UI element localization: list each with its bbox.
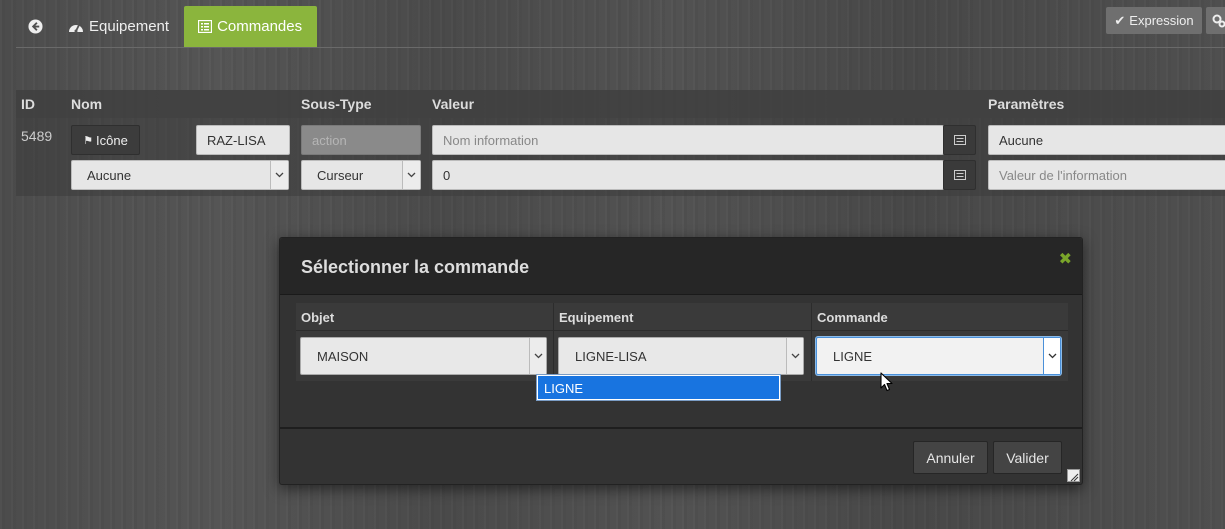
nav-divider [16,47,1225,48]
value-input[interactable]: 0 [432,160,944,190]
select-value-button[interactable] [943,160,976,190]
check-icon: ✔ [1114,12,1126,28]
header-id: ID [21,96,35,112]
commande-dropdown-list: LIGNE [536,374,781,401]
chevron-down-icon [402,161,420,189]
chevron-down-icon [270,161,288,189]
list-alt-icon [953,135,966,145]
modal-footer-divider [280,427,1082,429]
command-name-input[interactable]: RAZ-LISA [196,125,290,155]
tab-equipement[interactable]: Equipement [54,6,184,47]
subtype-select-value: Curseur [317,167,364,183]
value-info-input[interactable]: Nom information [432,125,944,155]
back-button[interactable] [16,6,54,47]
modal-title: Sélectionner la commande [301,257,530,277]
top-nav: Equipement Commandes [16,6,318,47]
cogs-icon [1212,14,1225,27]
command-table: ID Nom Sous-Type Valeur Paramètres 5489 … [16,90,1225,196]
object-select[interactable]: Aucune [71,160,289,190]
command-id: 5489 [21,128,53,144]
equipement-select[interactable]: LIGNE-LISA [558,337,804,375]
equipement-select-value: LIGNE-LISA [575,348,647,364]
objet-select-value: MAISON [317,348,369,364]
header-valeur: Valeur [432,96,475,112]
expression-button[interactable]: ✔ Expression [1106,7,1202,34]
cancel-button[interactable]: Annuler [913,441,988,474]
flag-icon: ⚑ [83,134,94,147]
modal-header: Sélectionner la commande ✖ [280,238,1082,295]
object-select-value: Aucune [87,167,132,183]
chevron-down-icon [786,338,803,374]
dropdown-option[interactable]: LIGNE [538,376,779,399]
header-parametres: Paramètres [988,96,1065,112]
commande-column-header: Commande [812,303,1068,331]
icon-picker-button[interactable]: ⚑ Icône [71,125,140,155]
modal-body: Objet Equipement Commande MAISON LIGNE-L… [296,303,1068,381]
select-command-modal: Sélectionner la commande ✖ Objet Equipem… [279,237,1083,485]
configure-button[interactable] [1206,7,1225,34]
select-info-button[interactable] [943,125,976,155]
dashboard-icon [69,24,83,32]
expression-button-label: Expression [1129,13,1194,28]
chevron-down-icon [1043,338,1060,374]
header-nom: Nom [71,96,103,112]
validate-button[interactable]: Valider [993,441,1062,474]
resize-handle-icon[interactable] [1067,469,1080,482]
objet-select[interactable]: MAISON [300,337,547,375]
objet-column-header: Objet [296,303,553,331]
subtype-select[interactable]: Curseur [301,160,421,190]
mouse-cursor-icon [880,372,893,392]
commande-select-value: LIGNE [833,348,873,364]
equipement-column-header: Equipement [554,303,811,331]
tab-commandes[interactable]: Commandes [184,6,318,47]
table-header: ID Nom Sous-Type Valeur Paramètres [16,90,1225,118]
back-arrow-icon [27,19,43,34]
close-icon[interactable]: ✖ [1059,249,1072,269]
header-sous-type: Sous-Type [301,96,372,112]
param-input[interactable]: Aucune [988,125,1225,155]
tab-equipement-label: Equipement [89,18,170,35]
list-alt-icon [953,170,966,180]
chevron-down-icon [529,338,546,374]
icon-picker-label: Icône [96,132,128,148]
list-alt-icon [198,20,213,33]
tab-commandes-label: Commandes [217,18,303,35]
commande-select[interactable]: LIGNE [816,337,1061,375]
command-type-input[interactable]: action [301,125,421,155]
info-value-input[interactable]: Valeur de l'information [988,160,1225,190]
